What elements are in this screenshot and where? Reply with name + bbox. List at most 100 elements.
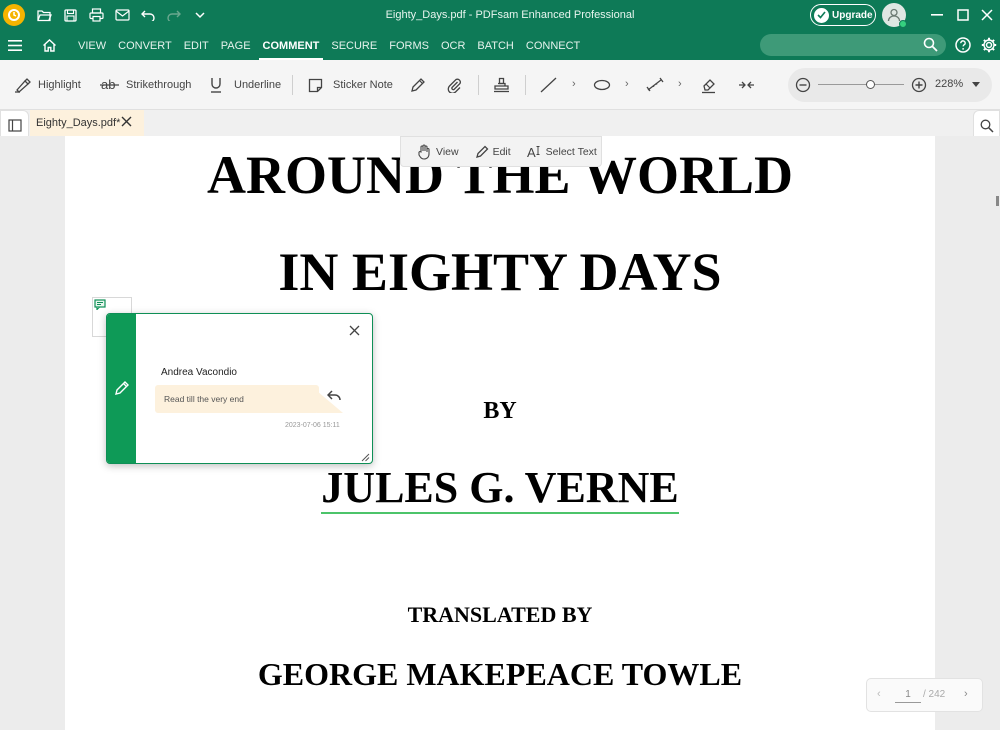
menu-connect[interactable]: CONNECT [520,30,586,60]
chevron-down-icon[interactable] [187,0,213,30]
view-mode-button[interactable]: View [417,143,459,160]
gear-icon[interactable] [981,37,997,58]
document-tab[interactable]: Eighty_Days.pdf* [30,110,144,136]
user-avatar[interactable] [882,3,907,28]
menu-view[interactable]: VIEW [72,30,112,60]
sticker-note-popup[interactable]: Andrea Vacondio Read till the very end 2… [106,313,373,464]
menu-secure[interactable]: SECURE [325,30,383,60]
menu-page[interactable]: PAGE [215,30,257,60]
note-author: Andrea Vacondio [161,367,237,378]
chevron-right-icon[interactable]: › [678,78,682,90]
menu-edit[interactable]: EDIT [178,30,215,60]
paperclip-icon [446,77,462,93]
attachment-tool[interactable] [446,73,468,97]
print-icon[interactable] [83,0,109,30]
menu-ocr[interactable]: OCR [435,30,471,60]
text-cursor-icon: A [527,145,542,159]
line-tool[interactable] [540,73,563,97]
eraser-icon [700,77,717,94]
underline-tool[interactable]: Underline [210,73,281,97]
collapse-toolbar-tool[interactable] [738,73,761,97]
measure-tool[interactable] [646,73,670,97]
open-folder-icon[interactable] [31,0,57,30]
sticker-note-tool[interactable]: Sticker Note [308,73,393,97]
maximize-icon [957,9,969,21]
undo-icon[interactable] [135,0,161,30]
svg-text:A: A [527,145,536,159]
search-input[interactable] [760,34,920,56]
stamp-tool[interactable] [493,73,516,97]
mail-icon[interactable] [109,0,135,30]
total-pages: / 242 [923,689,946,700]
resize-handle-icon[interactable] [359,449,370,463]
zoom-dropdown-icon[interactable] [972,82,980,87]
redo-icon[interactable] [161,0,187,30]
page-text-line-underlined[interactable]: JULES G. VERNE [65,462,935,514]
app-logo-icon[interactable] [3,4,25,26]
chevron-right-icon[interactable]: › [625,78,629,90]
eraser-tool[interactable] [700,73,723,97]
menu-batch[interactable]: BATCH [471,30,519,60]
zoom-slider-handle[interactable] [866,80,875,89]
check-circle-icon [814,7,829,23]
next-page-icon[interactable]: › [964,688,968,700]
strikethrough-tool[interactable]: ab Strikethrough [100,73,191,97]
underline-label: Underline [234,79,282,91]
chevron-right-icon[interactable]: › [572,78,576,90]
pencil-tool[interactable] [410,73,432,97]
ellipse-icon [593,79,611,91]
edit-mode-button[interactable]: Edit [475,145,511,159]
menu-convert[interactable]: CONVERT [112,30,178,60]
search-icon[interactable] [980,119,994,133]
line-icon [540,77,557,93]
help-icon[interactable] [955,37,971,58]
menu-forms[interactable]: FORMS [383,30,435,60]
online-status-dot [899,20,907,28]
page-navigator: ‹ / 242 › [866,678,983,712]
select-text-mode-button[interactable]: A Select Text [527,145,597,159]
zoom-out-icon[interactable] [795,77,811,93]
toolbar-divider [478,75,479,95]
note-edit-strip[interactable] [107,314,136,463]
menu-comment[interactable]: COMMENT [257,30,326,60]
sticky-note-icon [308,78,323,93]
close-note-icon[interactable] [349,323,360,341]
interaction-mode-bar: View Edit A Select Text [400,136,602,167]
search-box [760,34,946,56]
zoom-slider-track[interactable] [818,84,904,85]
close-window-button[interactable] [970,0,1000,30]
pencil-icon[interactable] [114,380,130,396]
reply-icon[interactable] [326,389,341,407]
page-text-line: GEORGE MAKEPEACE TOWLE [257,656,743,692]
highlighter-icon [14,77,32,93]
previous-page-icon[interactable]: ‹ [877,688,881,700]
hand-icon [417,143,432,160]
sidebar-toggle-icon[interactable] [8,119,22,132]
vertical-scrollbar[interactable] [996,196,999,206]
zoom-in-icon[interactable] [911,77,927,93]
upgrade-button[interactable]: Upgrade [810,4,876,26]
window-title: Eighty_Days.pdf - PDFsam Enhanced Profes… [385,9,635,21]
hamburger-menu-icon[interactable] [5,35,25,55]
comment-note-icon[interactable] [94,299,106,310]
strikethrough-icon: ab [100,77,120,93]
underline-annotation[interactable]: JULES G. VERNE [321,463,679,514]
stamp-icon [493,77,510,93]
zoom-level[interactable]: 228% [935,78,963,90]
user-icon [887,8,901,22]
page-text-line: IN EIGHTY DAYS [278,242,722,302]
comment-toolbar: Highlight ab Strikethrough Underline Sti… [0,60,1000,110]
toolbar-divider [525,75,526,95]
main-menu: VIEW CONVERT EDIT PAGE COMMENT SECURE FO… [72,30,586,60]
highlight-tool[interactable]: Highlight [14,73,81,97]
home-icon[interactable] [39,35,59,55]
ellipse-tool[interactable] [593,73,617,97]
note-timestamp: 2023-07-06 15:11 [285,422,340,429]
search-icon[interactable] [923,37,938,52]
close-tab-icon[interactable] [121,116,132,127]
note-comment-text[interactable]: Read till the very end [155,385,319,413]
document-tabs: Eighty_Days.pdf* [0,110,1000,136]
save-icon[interactable] [57,0,83,30]
zoom-control: 228% [788,68,992,102]
current-page-input[interactable] [895,687,921,703]
